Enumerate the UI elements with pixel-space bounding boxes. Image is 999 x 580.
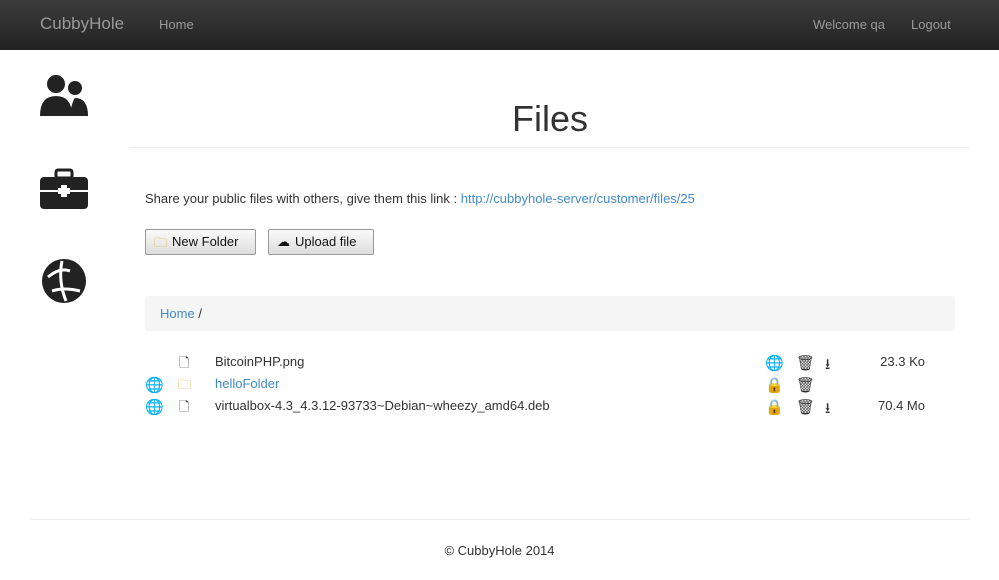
- users-icon[interactable]: [38, 72, 90, 121]
- nav-home[interactable]: Home: [159, 17, 194, 32]
- nav-logout[interactable]: Logout: [911, 17, 951, 32]
- navbar: CubbyHole Home Welcome qa Logout: [0, 0, 999, 50]
- lock-icon[interactable]: 🔒: [765, 376, 784, 394]
- download-icon[interactable]: ⭳: [825, 398, 830, 423]
- trash-icon[interactable]: 🗑: [796, 354, 815, 372]
- brand[interactable]: CubbyHole: [40, 14, 124, 34]
- file-size: 70.4 Mo: [878, 398, 925, 413]
- share-link[interactable]: http://cubbyhole-server/customer/files/2…: [461, 191, 695, 206]
- new-folder-button[interactable]: 🗀 New Folder: [145, 229, 256, 255]
- file-row: 🌐 🗀 helloFolder 🔒 🗑: [145, 373, 955, 395]
- folder-icon: 🗀: [154, 235, 168, 250]
- page-title: Files: [511, 98, 588, 139]
- file-name[interactable]: BitcoinPHP.png: [215, 354, 304, 369]
- nav-welcome[interactable]: Welcome qa: [813, 17, 885, 32]
- divider: [130, 147, 970, 148]
- lock-icon[interactable]: 🔒: [765, 398, 784, 416]
- trash-icon[interactable]: 🗑: [796, 376, 815, 394]
- share-text: Share your public files with others, giv…: [145, 191, 695, 206]
- public-globe-icon: 🌐: [145, 377, 164, 394]
- breadcrumb: Home /: [145, 296, 955, 331]
- file-icon: 🗋: [179, 399, 190, 414]
- footer: © CubbyHole 2014: [444, 543, 555, 558]
- footer-divider: [30, 519, 970, 520]
- upload-file-button[interactable]: ☁ Upload file: [268, 229, 374, 255]
- cloud-upload-icon: ☁: [277, 234, 290, 249]
- globe-icon[interactable]: 🌐: [765, 354, 784, 372]
- breadcrumb-home[interactable]: Home: [160, 306, 195, 321]
- folder-link[interactable]: helloFolder: [215, 376, 279, 391]
- file-row: 🗋 BitcoinPHP.png 🌐 🗑 ⭳ 23.3 Ko: [145, 351, 955, 373]
- file-name[interactable]: virtualbox-4.3_4.3.12-93733~Debian~wheez…: [215, 398, 550, 413]
- public-globe-icon: 🌐: [145, 399, 164, 416]
- file-row: 🌐 🗋 virtualbox-4.3_4.3.12-93733~Debian~w…: [145, 395, 955, 417]
- trash-icon[interactable]: 🗑: [796, 398, 815, 416]
- globe-icon[interactable]: [38, 257, 90, 308]
- file-size: 23.3 Ko: [880, 354, 925, 369]
- toolbox-icon[interactable]: [38, 168, 90, 213]
